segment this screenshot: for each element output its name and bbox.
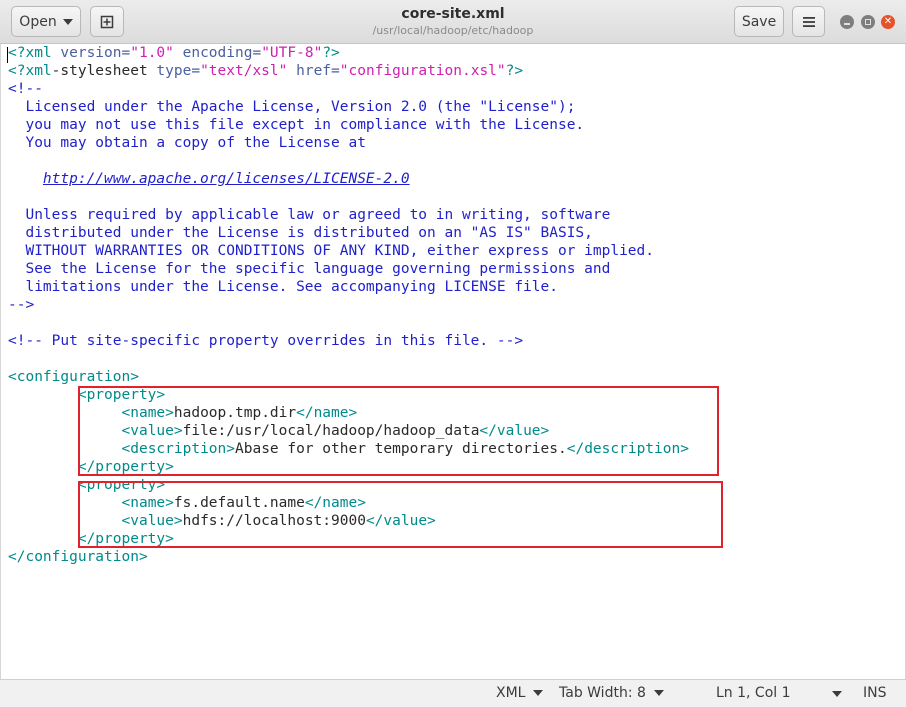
code-token: you may not use this file except in comp… xyxy=(8,117,585,133)
code-line: limitations under the License. See accom… xyxy=(8,278,689,296)
code-line: See the License for the specific languag… xyxy=(8,260,689,278)
highlight-box-property-1 xyxy=(78,386,719,476)
code-token: --> xyxy=(8,297,35,313)
text-editor[interactable]: <?xml version="1.0" encoding="UTF-8"?> <?… xyxy=(0,44,906,679)
menu-button[interactable] xyxy=(792,6,825,37)
code-line: You may obtain a copy of the License at xyxy=(8,134,689,152)
code-line: <!-- xyxy=(8,80,689,98)
code-line: you may not use this file except in comp… xyxy=(8,116,689,134)
code-line: </configuration> xyxy=(8,548,689,566)
maximize-icon xyxy=(865,19,871,25)
code-token: -stylesheet xyxy=(51,63,148,79)
code-line: <?xml version="1.0" encoding="UTF-8"?> xyxy=(8,44,689,62)
code-token: <configuration> xyxy=(8,369,139,385)
highlight-box-property-2 xyxy=(78,481,723,548)
code-line: <!-- Put site-specific property override… xyxy=(8,332,689,350)
language-label: XML xyxy=(496,685,526,701)
code-token: See the License for the specific languag… xyxy=(8,261,611,277)
close-icon: ✕ xyxy=(883,16,893,27)
close-button[interactable]: ✕ xyxy=(881,15,895,29)
code-token: distributed under the License is distrib… xyxy=(8,225,593,241)
code-token: <?xml xyxy=(8,63,52,79)
code-token: Licensed under the Apache License, Versi… xyxy=(8,99,576,115)
code-line: Licensed under the Apache License, Versi… xyxy=(8,98,689,116)
language-selector[interactable]: XML xyxy=(496,685,544,701)
code-token: You may obtain a copy of the License at xyxy=(8,135,366,151)
code-token: "text/xsl" xyxy=(200,63,288,79)
code-line: http://www.apache.org/licenses/LICENSE-2… xyxy=(8,170,689,188)
code-token: </configuration> xyxy=(8,549,148,565)
window-subtitle: /usr/local/hadoop/etc/hadoop xyxy=(372,24,534,37)
code-token: Unless required by applicable law or agr… xyxy=(8,207,611,223)
cursor-position-label: Ln 1, Col 1 xyxy=(716,685,791,701)
code-token: ?> xyxy=(322,45,340,61)
code-token: WITHOUT WARRANTIES OR CONDITIONS OF ANY … xyxy=(8,243,655,259)
chevron-down-icon xyxy=(62,18,73,25)
code-line: Unless required by applicable law or agr… xyxy=(8,206,689,224)
insert-mode-indicator: INS xyxy=(863,685,887,701)
status-bar: XML Tab Width: 8 Ln 1, Col 1 INS xyxy=(0,679,906,707)
header-bar: Open core-site.xml /usr/local/hadoop/etc… xyxy=(0,0,906,44)
code-token: ?xml xyxy=(16,45,52,61)
code-line: <configuration> xyxy=(8,368,689,386)
code-token: href= xyxy=(287,63,340,79)
code-token: type= xyxy=(147,63,201,79)
new-document-button[interactable] xyxy=(90,6,124,37)
code-token: encoding= xyxy=(173,45,262,61)
code-line: <?xml-stylesheet type="text/xsl" href="c… xyxy=(8,62,689,80)
tab-width-label: Tab Width: 8 xyxy=(559,685,646,701)
code-token: "1.0" xyxy=(130,45,174,61)
chevron-down-icon xyxy=(832,691,842,697)
code-token[interactable]: http://www.apache.org/licenses/LICENSE-2… xyxy=(43,171,410,187)
window-title-area: core-site.xml /usr/local/hadoop/etc/hado… xyxy=(300,6,606,38)
code-token: limitations under the License. See accom… xyxy=(8,279,558,295)
code-token: < xyxy=(8,45,17,61)
position-menu-button[interactable] xyxy=(824,691,842,697)
chevron-down-icon xyxy=(653,690,664,696)
chevron-down-icon xyxy=(533,690,544,696)
maximize-button[interactable] xyxy=(861,15,875,29)
window-title: core-site.xml xyxy=(401,6,505,22)
code-token: "UTF-8" xyxy=(261,45,323,61)
minimize-button[interactable] xyxy=(840,15,854,29)
minimize-icon xyxy=(844,22,850,25)
code-token: <!-- Put site-specific property override… xyxy=(8,333,524,349)
save-button[interactable]: Save xyxy=(734,6,784,37)
code-line: WITHOUT WARRANTIES OR CONDITIONS OF ANY … xyxy=(8,242,689,260)
code-token: "configuration.xsl" xyxy=(339,63,506,79)
cursor-position[interactable]: Ln 1, Col 1 xyxy=(716,685,791,701)
code-token: ?> xyxy=(505,63,524,79)
code-line: --> xyxy=(8,296,689,314)
hamburger-icon xyxy=(802,16,815,27)
code-token: version= xyxy=(51,45,131,61)
open-button-label: Open xyxy=(19,13,57,30)
code-line: distributed under the License is distrib… xyxy=(8,224,689,242)
new-document-icon xyxy=(100,15,114,28)
tab-width-selector[interactable]: Tab Width: 8 xyxy=(559,685,664,701)
open-button[interactable]: Open xyxy=(11,6,81,37)
code-token: <!-- xyxy=(8,81,43,97)
